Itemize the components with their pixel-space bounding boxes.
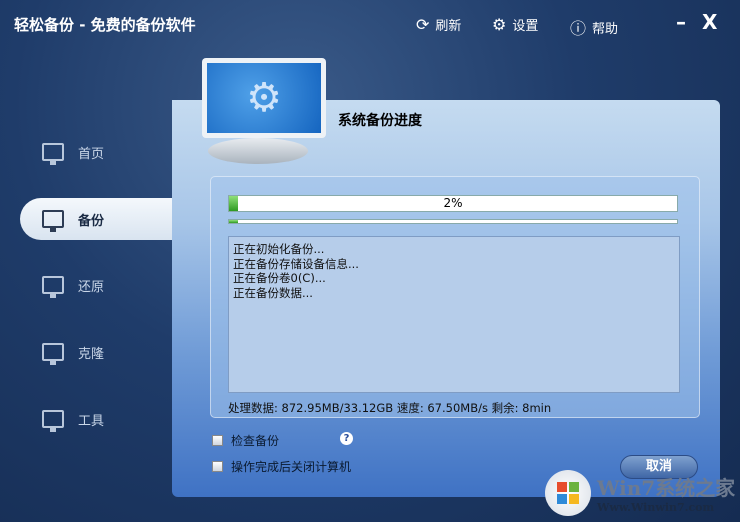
restore-monitor-icon: [42, 276, 64, 298]
refresh-label: 刷新: [435, 19, 462, 34]
watermark: Win7系统之家 Www.Winwin7.com: [545, 470, 735, 516]
help-label: 帮助: [592, 21, 619, 37]
shutdown-checkbox[interactable]: 操作完成后关闭计算机: [212, 458, 351, 475]
watermark-brand: Win7系统之家: [597, 476, 736, 500]
sidebar-item-tools[interactable]: 工具: [20, 398, 172, 440]
app-title: 轻松备份 - 免费的备份软件: [14, 16, 196, 34]
verify-backup-checkbox[interactable]: 检查备份: [212, 432, 279, 449]
nav-label: 还原: [78, 279, 105, 295]
checkbox-label: 操作完成后关闭计算机: [231, 460, 352, 474]
checkbox-label: 检查备份: [231, 434, 280, 448]
progress-label: 2%: [443, 196, 463, 210]
nav-label: 首页: [78, 146, 105, 162]
stats-text: 处理数据: 872.95MB/33.12GB 速度: 67.50MB/s 剩余:…: [228, 401, 552, 415]
sidebar-item-home[interactable]: 首页: [20, 131, 172, 173]
backup-monitor-icon: ⚙: [202, 58, 326, 138]
nav-label: 备份: [78, 213, 105, 229]
log-line: 正在备份卷0(C)...: [233, 271, 326, 285]
sub-progress-fill: [229, 220, 238, 223]
gear-icon: ⚙: [492, 15, 507, 34]
checkbox-box[interactable]: [212, 461, 223, 472]
minimize-button[interactable]: –: [676, 10, 686, 34]
help-bubble-icon: ⓘ: [570, 19, 587, 38]
watermark-url: Www.Winwin7.com: [597, 501, 715, 514]
refresh-button[interactable]: ⟳ 刷新: [416, 15, 461, 34]
tools-monitor-icon: [42, 410, 64, 432]
settings-button[interactable]: ⚙ 设置: [492, 15, 538, 34]
settings-label: 设置: [512, 19, 539, 34]
help-button[interactable]: ⓘ 帮助: [570, 15, 618, 39]
sidebar-item-backup[interactable]: 备份: [20, 198, 172, 240]
sidebar-item-clone[interactable]: 克隆: [20, 331, 172, 373]
sidebar-item-restore[interactable]: 还原: [20, 264, 172, 306]
refresh-icon: ⟳: [416, 15, 430, 34]
log-line: 正在备份数据...: [233, 285, 313, 300]
page-title: 系统备份进度: [338, 113, 422, 129]
checkbox-box[interactable]: [212, 435, 223, 446]
windows-logo-icon: [545, 470, 591, 516]
nav-label: 工具: [78, 413, 105, 429]
log-line: 正在初始化备份...: [233, 242, 325, 256]
help-icon[interactable]: ?: [340, 432, 353, 445]
log-line: 正在备份存储设备信息...: [233, 256, 359, 271]
clone-monitor-icon: [42, 343, 64, 365]
backup-monitor-icon: [42, 210, 64, 232]
sub-progress-bar: [228, 219, 678, 224]
home-monitor-icon: [42, 143, 64, 165]
close-button[interactable]: X: [702, 10, 717, 34]
nav-label: 克隆: [78, 346, 105, 362]
monitor-stand: [208, 138, 308, 164]
progress-fill: [229, 196, 238, 211]
log-box: 正在初始化备份... 正在备份存储设备信息... 正在备份卷0(C)... 正在…: [228, 236, 680, 393]
progress-bar: 2%: [228, 195, 678, 212]
